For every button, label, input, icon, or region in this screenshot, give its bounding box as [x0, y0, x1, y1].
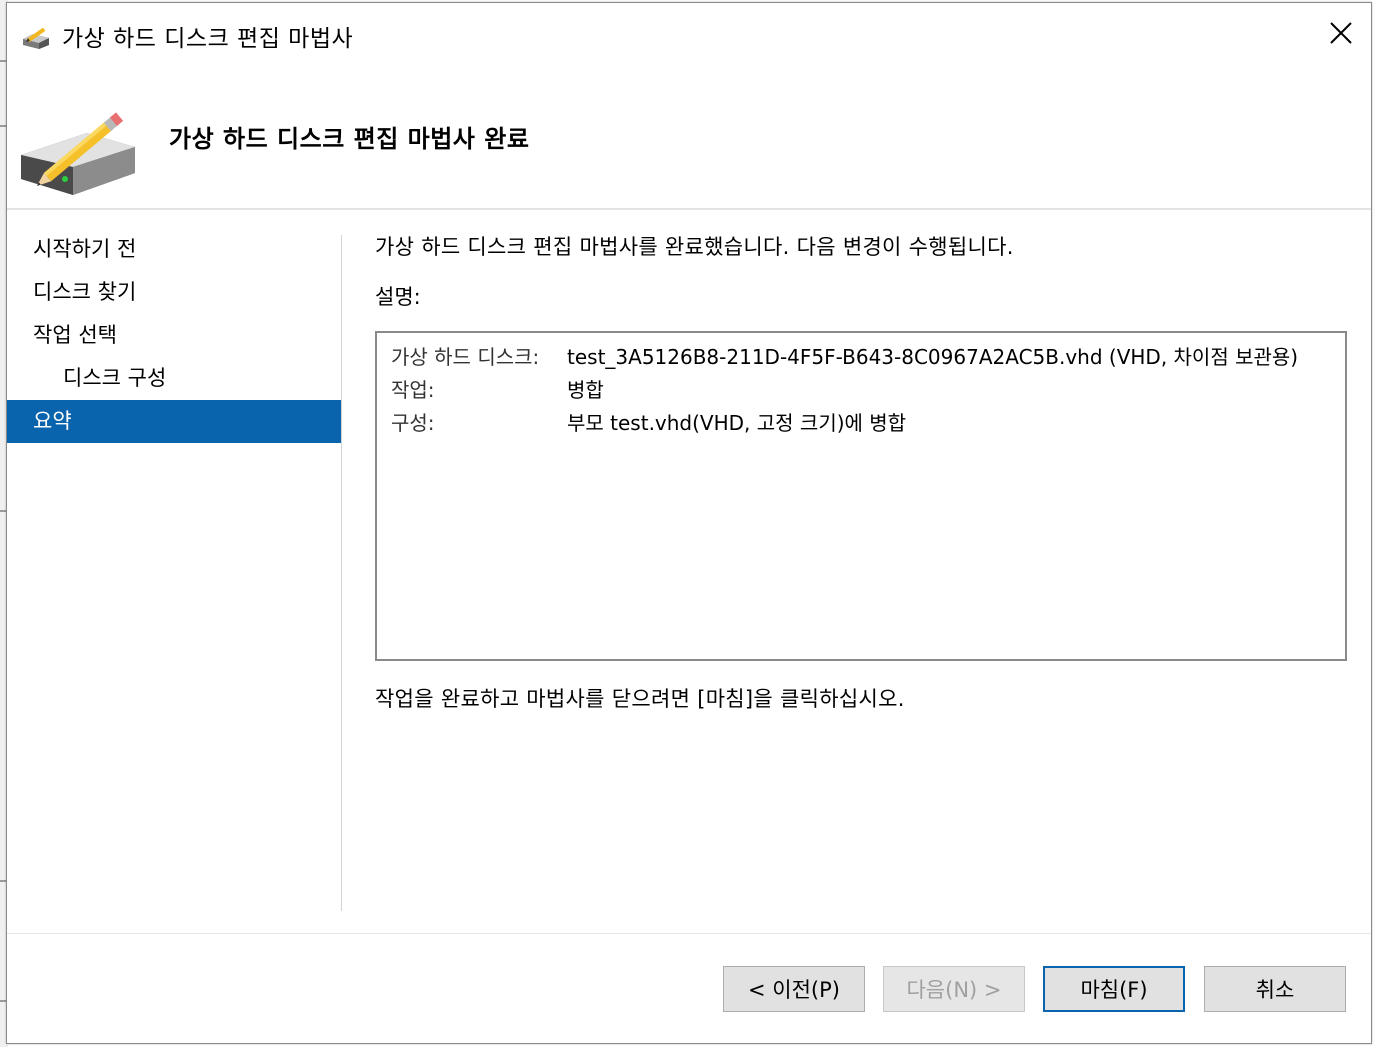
- next-button[interactable]: 다음(N) >: [883, 966, 1025, 1012]
- nav-item-summary[interactable]: 요약: [7, 400, 341, 443]
- outro-text: 작업을 완료하고 마법사를 닫으려면 [마침]을 클릭하십시오.: [375, 687, 905, 711]
- finish-button[interactable]: 마침(F): [1043, 966, 1185, 1012]
- summary-row: 가상 하드 디스크: test_3A5126B8-211D-4F5F-B643-…: [391, 341, 1331, 374]
- summary-value: 부모 test.vhd(VHD, 고정 크기)에 병합: [567, 411, 907, 435]
- window-title: 가상 하드 디스크 편집 마법사: [62, 26, 354, 52]
- nav-divider: [341, 235, 342, 911]
- summary-value: 병합: [567, 378, 604, 402]
- close-icon: [1330, 22, 1352, 44]
- close-button[interactable]: [1311, 3, 1371, 63]
- summary-key: 가상 하드 디스크:: [391, 345, 540, 369]
- summary-key: 작업:: [391, 378, 435, 402]
- description-label: 설명:: [375, 285, 421, 309]
- disk-edit-icon: [21, 112, 135, 195]
- nav-item-before-you-begin[interactable]: 시작하기 전: [7, 228, 341, 271]
- intro-text: 가상 하드 디스크 편집 마법사를 완료했습니다. 다음 변경이 수행됩니다.: [375, 235, 1014, 259]
- summary-row: 작업: 병합: [391, 374, 1331, 407]
- disk-edit-icon: [23, 27, 49, 49]
- previous-button[interactable]: < 이전(P): [723, 966, 865, 1012]
- wizard-dialog: 가상 하드 디스크 편집 마법사 가상 하드 디스크 편집 마법사 완료 시작하…: [6, 2, 1372, 1044]
- wizard-header: 가상 하드 디스크 편집 마법사 완료: [7, 63, 1371, 211]
- nav-item-choose-action[interactable]: 작업 선택: [7, 314, 341, 357]
- summary-value: test_3A5126B8-211D-4F5F-B643-8C0967A2AC5…: [567, 345, 1299, 369]
- footer-divider: [7, 933, 1371, 934]
- summary-box[interactable]: 가상 하드 디스크: test_3A5126B8-211D-4F5F-B643-…: [375, 331, 1347, 661]
- nav-item-locate-disk[interactable]: 디스크 찾기: [7, 271, 341, 314]
- nav-item-configure-disk[interactable]: 디스크 구성: [7, 357, 341, 400]
- summary-row: 구성: 부모 test.vhd(VHD, 고정 크기)에 병합: [391, 407, 1331, 440]
- title-bar: 가상 하드 디스크 편집 마법사: [7, 3, 1371, 63]
- header-divider: [7, 208, 1371, 210]
- main-content: 가상 하드 디스크 편집 마법사를 완료했습니다. 다음 변경이 수행됩니다. …: [375, 231, 1351, 711]
- cancel-button[interactable]: 취소: [1204, 966, 1346, 1012]
- header-title: 가상 하드 디스크 편집 마법사 완료: [169, 125, 530, 153]
- summary-key: 구성:: [391, 411, 435, 435]
- wizard-steps-nav: 시작하기 전 디스크 찾기 작업 선택 디스크 구성 요약: [7, 228, 341, 443]
